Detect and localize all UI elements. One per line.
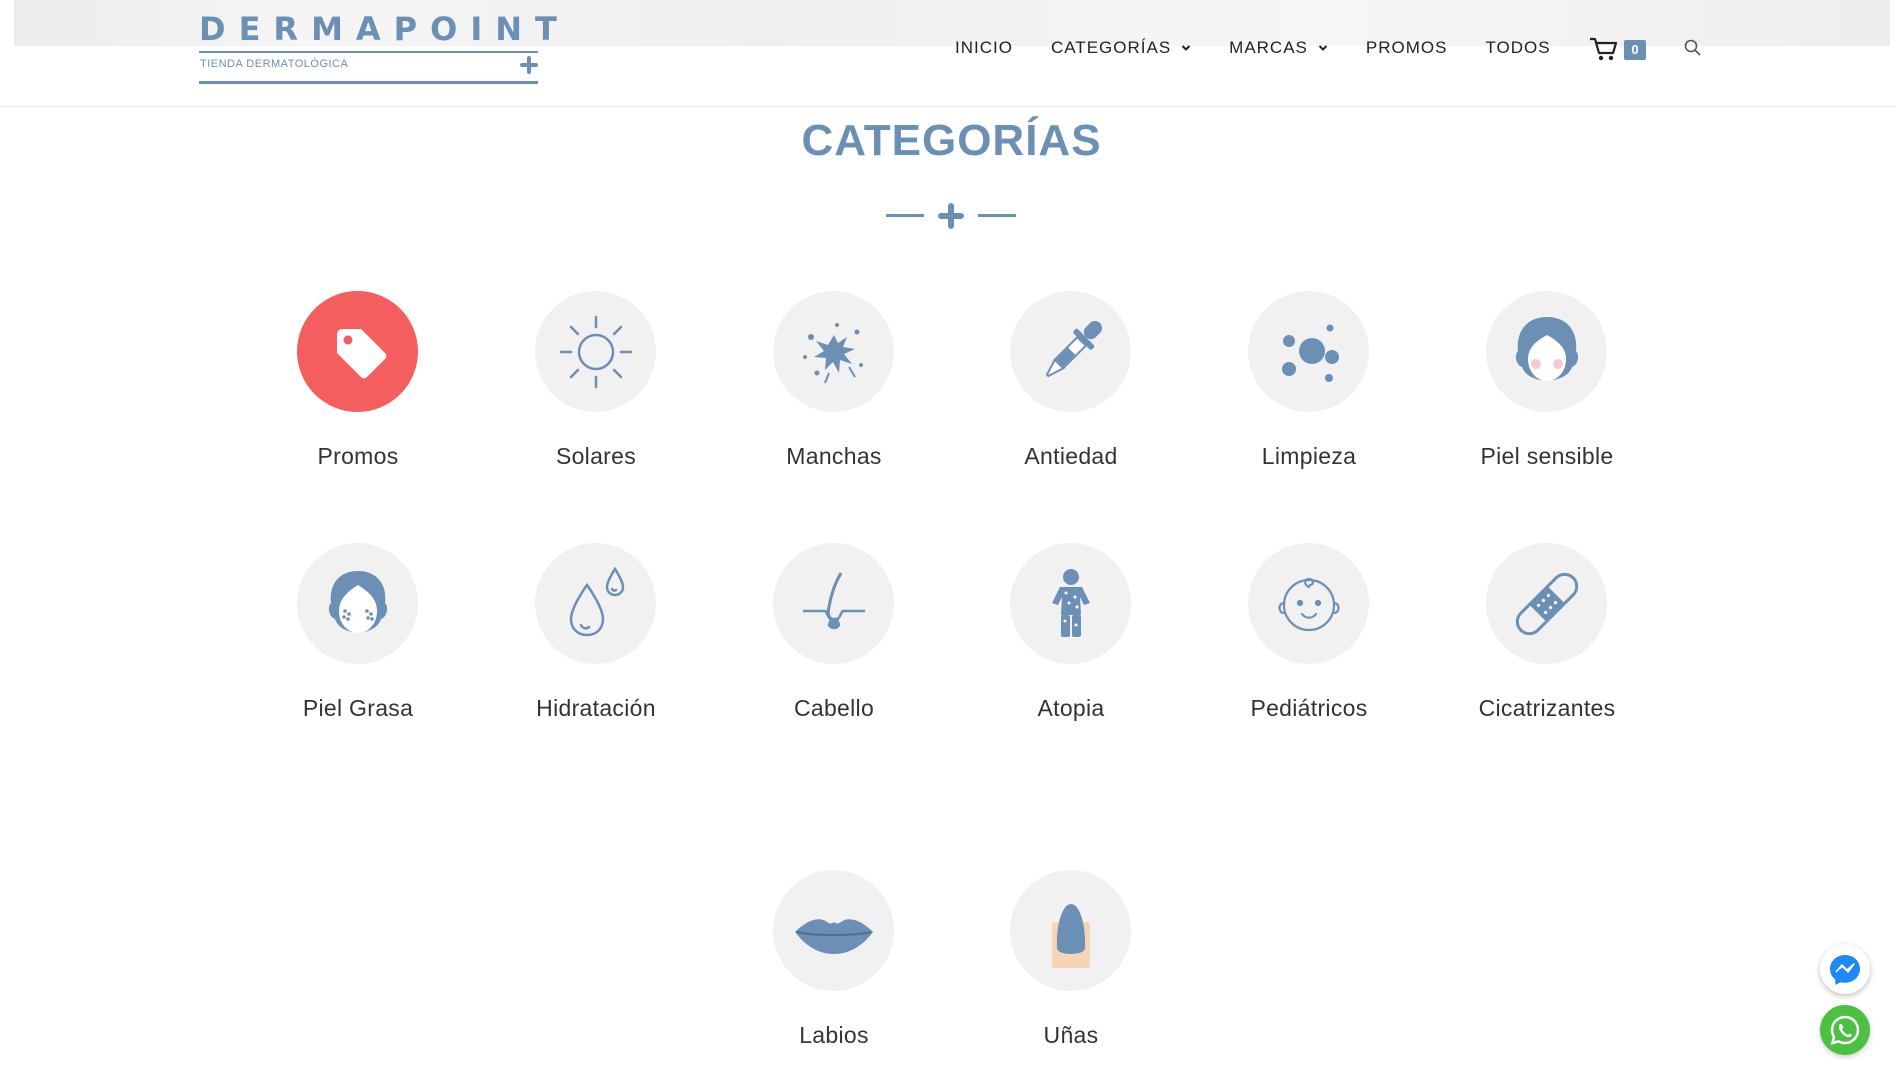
bandage-icon bbox=[1515, 572, 1578, 635]
cart-button[interactable]: 0 bbox=[1589, 36, 1649, 62]
category-label: Labios bbox=[799, 1022, 869, 1048]
logo-rule bbox=[199, 51, 538, 53]
category-piel-grasa[interactable]: Piel Grasa bbox=[238, 543, 478, 743]
category-label: Hidratación bbox=[536, 695, 656, 721]
site-header: DERMAPOINT TIENDA DERMATOLÓGICA INICIO C… bbox=[0, 0, 1896, 107]
cart-icon bbox=[1590, 37, 1618, 61]
category-circle bbox=[535, 543, 656, 664]
category-promos[interactable]: Promos bbox=[238, 291, 478, 491]
category-circle bbox=[1010, 291, 1131, 412]
nav-item-marcas[interactable]: MARCAS bbox=[1229, 38, 1328, 58]
bubbles-icon bbox=[1281, 324, 1339, 382]
category-label: Limpieza bbox=[1261, 443, 1357, 469]
category-label: Atopia bbox=[1037, 695, 1105, 721]
category-circle bbox=[1248, 291, 1369, 412]
baby-face-icon bbox=[1277, 577, 1340, 631]
category-circle bbox=[1486, 543, 1607, 664]
category-antiedad[interactable]: Antiedad bbox=[951, 291, 1191, 491]
nav-label: INICIO bbox=[955, 38, 1013, 57]
nav-item-promos[interactable]: PROMOS bbox=[1366, 38, 1448, 58]
nav-label: PROMOS bbox=[1365, 38, 1448, 57]
dermapoint-logo[interactable]: DERMAPOINT TIENDA DERMATOLÓGICA bbox=[199, 10, 557, 86]
nav-label: TODOS bbox=[1485, 38, 1551, 57]
nav-item-todos[interactable]: TODOS bbox=[1485, 38, 1550, 58]
category-label: Solares bbox=[555, 443, 637, 469]
chevron-down-icon bbox=[1318, 45, 1328, 51]
page-title: CATEGORÍAS bbox=[801, 116, 1102, 165]
category-label: Promos bbox=[317, 443, 399, 469]
category-label: Pediátricos bbox=[1250, 695, 1368, 721]
category-label: Cabello bbox=[793, 695, 875, 721]
category-pediatricos[interactable]: Pediátricos bbox=[1189, 543, 1429, 743]
category-unas[interactable]: Uñas bbox=[951, 870, 1191, 1070]
category-solares[interactable]: Solares bbox=[476, 291, 716, 491]
category-cicatrizantes[interactable]: Cicatrizantes bbox=[1427, 543, 1667, 743]
category-circle bbox=[535, 291, 656, 412]
cart-count-badge: 0 bbox=[1624, 40, 1646, 60]
category-hidratacion[interactable]: Hidratación bbox=[476, 543, 716, 743]
cross-icon bbox=[520, 56, 538, 74]
whatsapp-icon bbox=[1830, 1015, 1860, 1045]
face-oily-icon bbox=[328, 570, 387, 633]
title-divider bbox=[886, 203, 1016, 229]
category-circle bbox=[1248, 543, 1369, 664]
logo-wordmark: DERMAPOINT bbox=[199, 10, 570, 48]
category-circle bbox=[297, 543, 418, 664]
category-circle bbox=[773, 291, 894, 412]
category-label: Manchas bbox=[786, 443, 882, 469]
category-label: Uñas bbox=[1043, 1022, 1099, 1048]
child-spots-icon bbox=[1051, 568, 1090, 637]
category-label: Cicatrizantes bbox=[1478, 695, 1616, 721]
splatter-icon bbox=[802, 322, 863, 383]
sun-icon bbox=[559, 315, 632, 388]
main-nav: INICIO CATEGORÍAS MARCAS PROMOS TODOS bbox=[955, 36, 1589, 60]
category-cabello[interactable]: Cabello bbox=[714, 543, 954, 743]
messenger-button[interactable] bbox=[1820, 944, 1870, 994]
logo-tagline: TIENDA DERMATOLÓGICA bbox=[200, 58, 349, 70]
category-circle bbox=[1010, 543, 1131, 664]
chevron-down-icon bbox=[1181, 45, 1191, 51]
category-manchas[interactable]: Manchas bbox=[714, 291, 954, 491]
category-circle bbox=[773, 870, 894, 991]
category-label: Antiedad bbox=[1024, 443, 1118, 469]
nav-item-categorias[interactable]: CATEGORÍAS bbox=[1051, 38, 1191, 58]
search-icon[interactable] bbox=[1683, 38, 1703, 58]
whatsapp-button[interactable] bbox=[1820, 1005, 1870, 1055]
dropper-icon bbox=[1045, 320, 1102, 377]
category-circle bbox=[297, 291, 418, 412]
nav-label: MARCAS bbox=[1229, 38, 1308, 57]
logo-underline bbox=[199, 81, 538, 84]
droplets-icon bbox=[569, 566, 624, 636]
hair-follicle-icon bbox=[802, 571, 865, 629]
category-label: Piel sensible bbox=[1480, 443, 1614, 469]
category-label: Piel Grasa bbox=[302, 695, 414, 721]
nail-icon bbox=[1051, 903, 1090, 968]
category-labios[interactable]: Labios bbox=[714, 870, 954, 1070]
messenger-icon bbox=[1830, 955, 1860, 985]
nav-label: CATEGORÍAS bbox=[1050, 38, 1172, 57]
nav-item-inicio[interactable]: INICIO bbox=[955, 38, 1013, 58]
category-limpieza[interactable]: Limpieza bbox=[1189, 291, 1429, 491]
category-atopia[interactable]: Atopia bbox=[951, 543, 1191, 743]
category-circle bbox=[1010, 870, 1131, 991]
tag-icon bbox=[336, 328, 386, 378]
category-circle bbox=[773, 543, 894, 664]
category-circle bbox=[1486, 291, 1607, 412]
face-blush-icon bbox=[1515, 316, 1578, 381]
category-piel-sensible[interactable]: Piel sensible bbox=[1427, 291, 1667, 491]
lips-icon bbox=[794, 918, 873, 954]
